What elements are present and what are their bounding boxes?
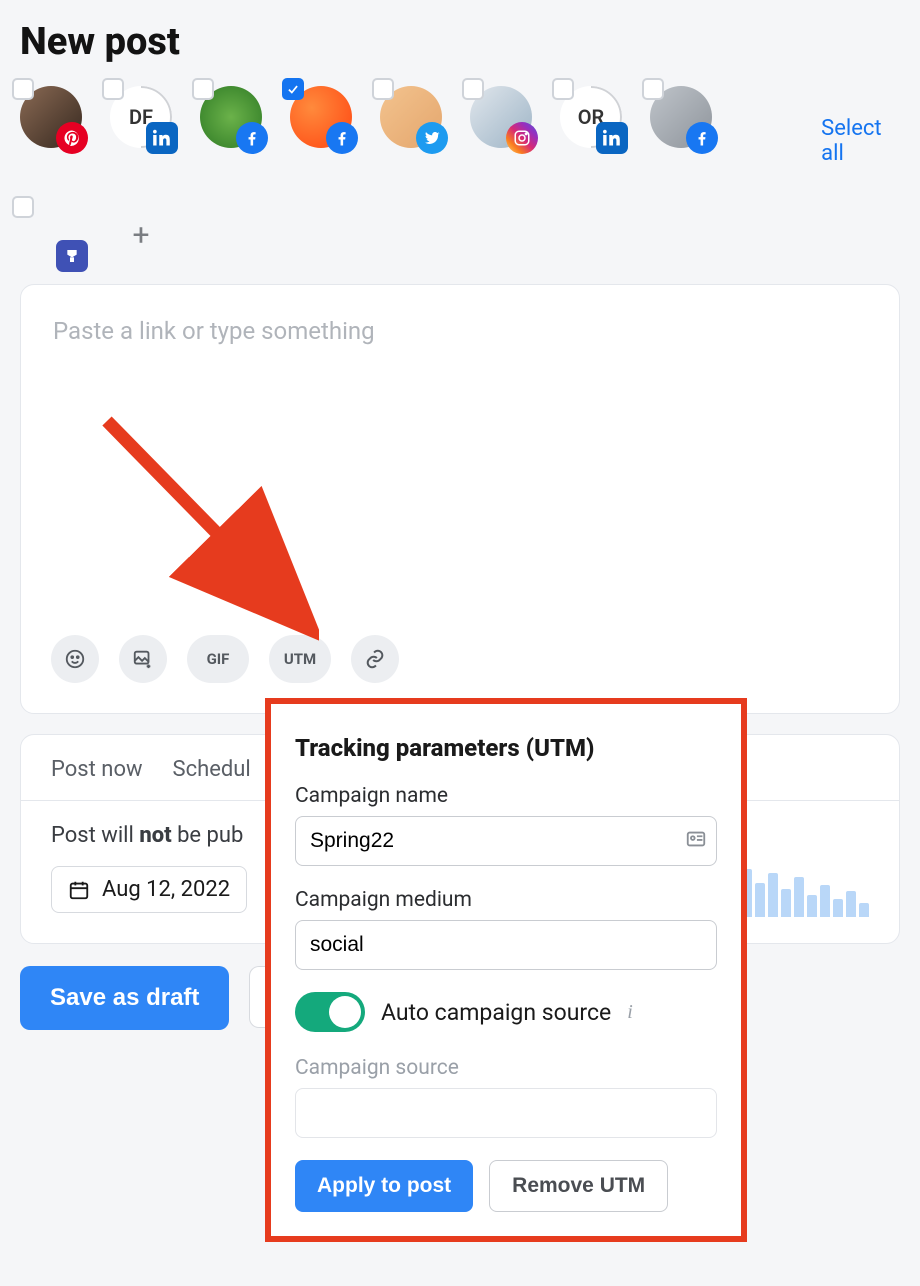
chart-bar	[807, 895, 817, 917]
campaign-source-input	[295, 1088, 717, 1138]
publish-line-strong: not	[139, 823, 171, 848]
card-icon	[685, 828, 707, 854]
campaign-medium-input[interactable]	[295, 920, 717, 970]
page-title: New post	[20, 20, 900, 64]
composer-card: GIF UTM	[20, 284, 900, 714]
account-item[interactable]	[20, 204, 82, 266]
utm-popover-actions: Apply to post Remove UTM	[295, 1160, 717, 1212]
facebook-icon	[686, 122, 718, 154]
chart-bar	[755, 883, 765, 917]
auto-source-toggle[interactable]	[295, 992, 365, 1032]
image-plus-icon	[132, 648, 154, 670]
account-item[interactable]	[380, 86, 442, 148]
utm-popover: Tracking parameters (UTM) Campaign name …	[265, 698, 747, 1242]
account-checkbox[interactable]	[642, 78, 664, 100]
tab-schedule[interactable]: Schedul	[173, 757, 251, 782]
image-button[interactable]	[119, 635, 167, 683]
pinterest-icon	[56, 122, 88, 154]
twitter-icon	[416, 122, 448, 154]
date-value: Aug 12, 2022	[102, 877, 230, 902]
account-checkbox[interactable]	[12, 78, 34, 100]
select-all-link[interactable]: Select all	[821, 116, 900, 166]
link-icon	[364, 648, 386, 670]
account-checkbox[interactable]	[462, 78, 484, 100]
account-item[interactable]	[470, 86, 532, 148]
facebook-icon	[236, 122, 268, 154]
account-checkbox[interactable]	[102, 78, 124, 100]
chart-bar	[768, 873, 778, 917]
account-item[interactable]: DF	[110, 86, 172, 148]
account-checkbox[interactable]	[552, 78, 574, 100]
composer-toolbar: GIF UTM	[51, 635, 869, 683]
google-icon	[56, 240, 88, 272]
campaign-name-input[interactable]	[295, 816, 717, 866]
info-icon[interactable]: i	[627, 1001, 633, 1024]
account-item[interactable]	[290, 86, 352, 148]
composer-input[interactable]	[51, 315, 869, 615]
account-item[interactable]: OR	[560, 86, 622, 148]
account-item[interactable]	[200, 86, 262, 148]
secondary-button-stub[interactable]	[249, 966, 265, 1028]
chart-bar	[781, 889, 791, 917]
link-button[interactable]	[351, 635, 399, 683]
account-checkbox[interactable]	[282, 78, 304, 100]
campaign-name-label: Campaign name	[295, 784, 717, 808]
chart-bar	[859, 903, 869, 917]
linkedin-icon	[596, 122, 628, 154]
gif-button[interactable]: GIF	[187, 635, 249, 683]
account-checkbox[interactable]	[12, 196, 34, 218]
account-item[interactable]	[20, 86, 82, 148]
emoji-button[interactable]	[51, 635, 99, 683]
account-checkbox[interactable]	[372, 78, 394, 100]
emoji-icon	[64, 648, 86, 670]
utm-popover-title: Tracking parameters (UTM)	[295, 734, 717, 762]
publish-line-suffix: be pub	[172, 823, 244, 848]
chart-bar	[846, 891, 856, 917]
auto-source-row: Auto campaign source i	[295, 992, 717, 1032]
instagram-icon	[506, 122, 538, 154]
campaign-medium-label: Campaign medium	[295, 888, 717, 912]
linkedin-icon	[146, 122, 178, 154]
auto-source-label: Auto campaign source	[381, 999, 611, 1026]
apply-utm-button[interactable]: Apply to post	[295, 1160, 473, 1212]
account-item[interactable]	[650, 86, 712, 148]
tab-post-now[interactable]: Post now	[51, 757, 143, 782]
chart-bar	[833, 899, 843, 917]
remove-utm-button[interactable]: Remove UTM	[489, 1160, 668, 1212]
calendar-icon	[68, 879, 90, 901]
account-list: DF OR +	[20, 86, 821, 266]
facebook-icon	[326, 122, 358, 154]
account-checkbox[interactable]	[192, 78, 214, 100]
add-account-button[interactable]: +	[110, 204, 172, 266]
utm-button[interactable]: UTM	[269, 635, 331, 683]
campaign-source-label: Campaign source	[295, 1056, 717, 1080]
save-draft-button[interactable]: Save as draft	[20, 966, 229, 1030]
date-picker[interactable]: Aug 12, 2022	[51, 866, 247, 913]
chart-bar	[820, 885, 830, 917]
publish-line-prefix: Post will	[51, 823, 139, 848]
chart-bar	[794, 877, 804, 917]
accounts-row: DF OR + Select all	[20, 86, 900, 266]
